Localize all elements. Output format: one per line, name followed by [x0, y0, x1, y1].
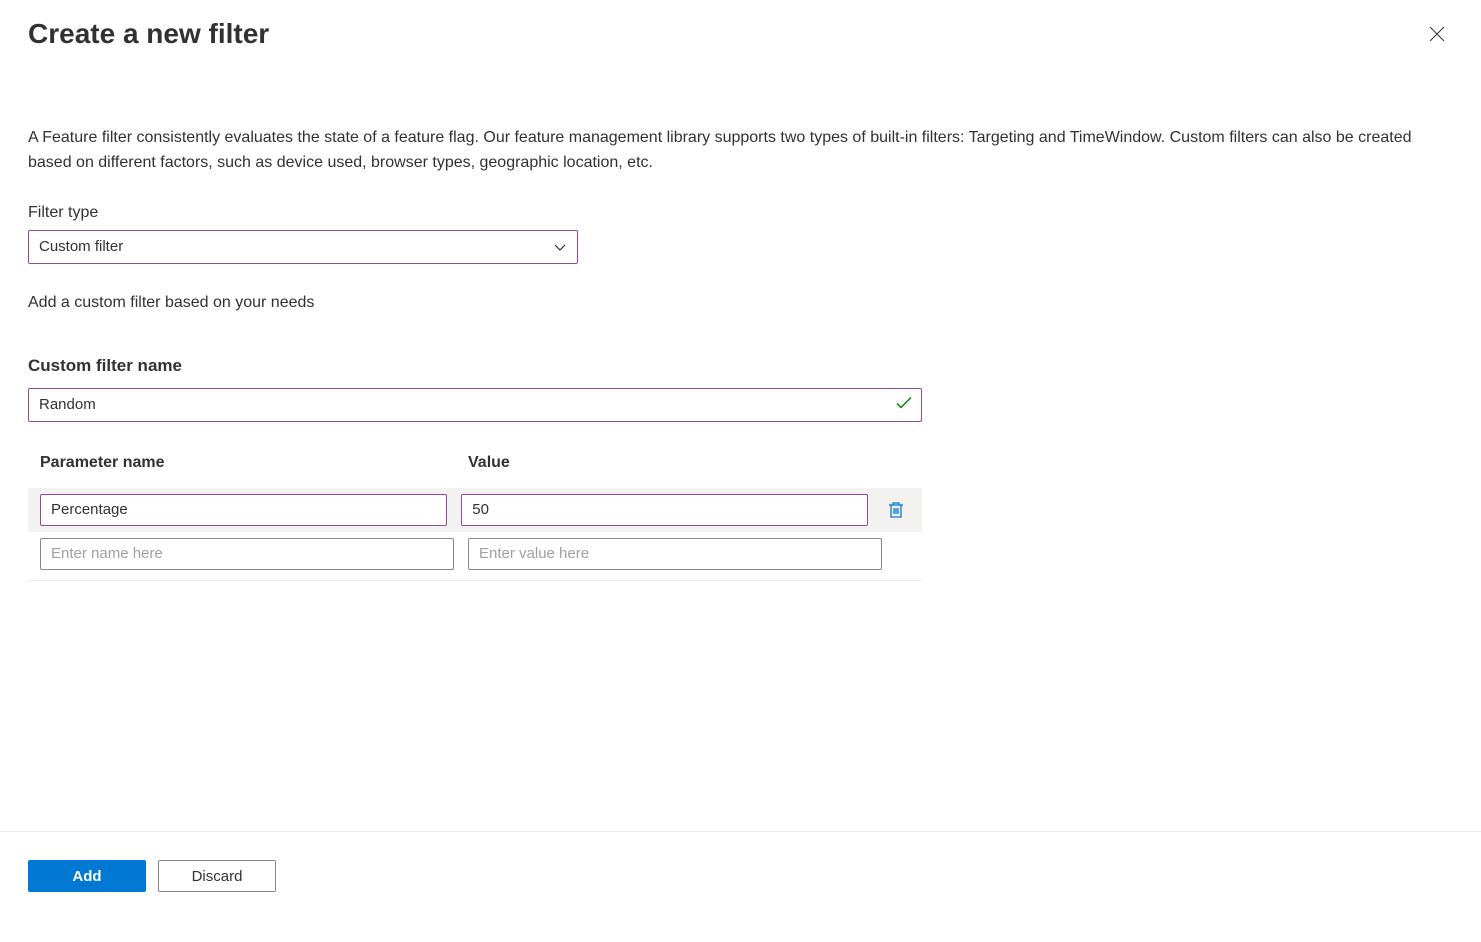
delete-param-button[interactable]: [882, 496, 910, 524]
param-value-header: Value: [468, 454, 896, 472]
param-row: [28, 488, 922, 532]
param-name-input-empty[interactable]: [40, 538, 454, 570]
discard-button[interactable]: Discard: [158, 860, 276, 892]
param-name-header: Parameter name: [40, 454, 468, 472]
filter-type-select[interactable]: Custom filter: [28, 230, 578, 264]
close-button[interactable]: [1421, 18, 1453, 50]
param-value-input-empty[interactable]: [468, 538, 882, 570]
filter-type-value: Custom filter: [39, 238, 123, 255]
trash-icon: [888, 501, 904, 519]
param-row-empty: [28, 532, 922, 576]
param-name-input[interactable]: [40, 494, 447, 526]
description-text: A Feature filter consistently evaluates …: [28, 126, 1453, 176]
custom-filter-name-label: Custom filter name: [28, 356, 1453, 376]
filter-type-label: Filter type: [28, 204, 1453, 222]
custom-filter-name-input[interactable]: [28, 388, 922, 422]
param-value-input[interactable]: [461, 494, 868, 526]
add-button[interactable]: Add: [28, 860, 146, 892]
chevron-down-icon: [553, 239, 567, 255]
checkmark-icon: [896, 395, 912, 414]
helper-text: Add a custom filter based on your needs: [28, 294, 1453, 312]
panel-title: Create a new filter: [28, 18, 269, 50]
close-icon: [1429, 26, 1445, 42]
divider: [28, 580, 922, 581]
